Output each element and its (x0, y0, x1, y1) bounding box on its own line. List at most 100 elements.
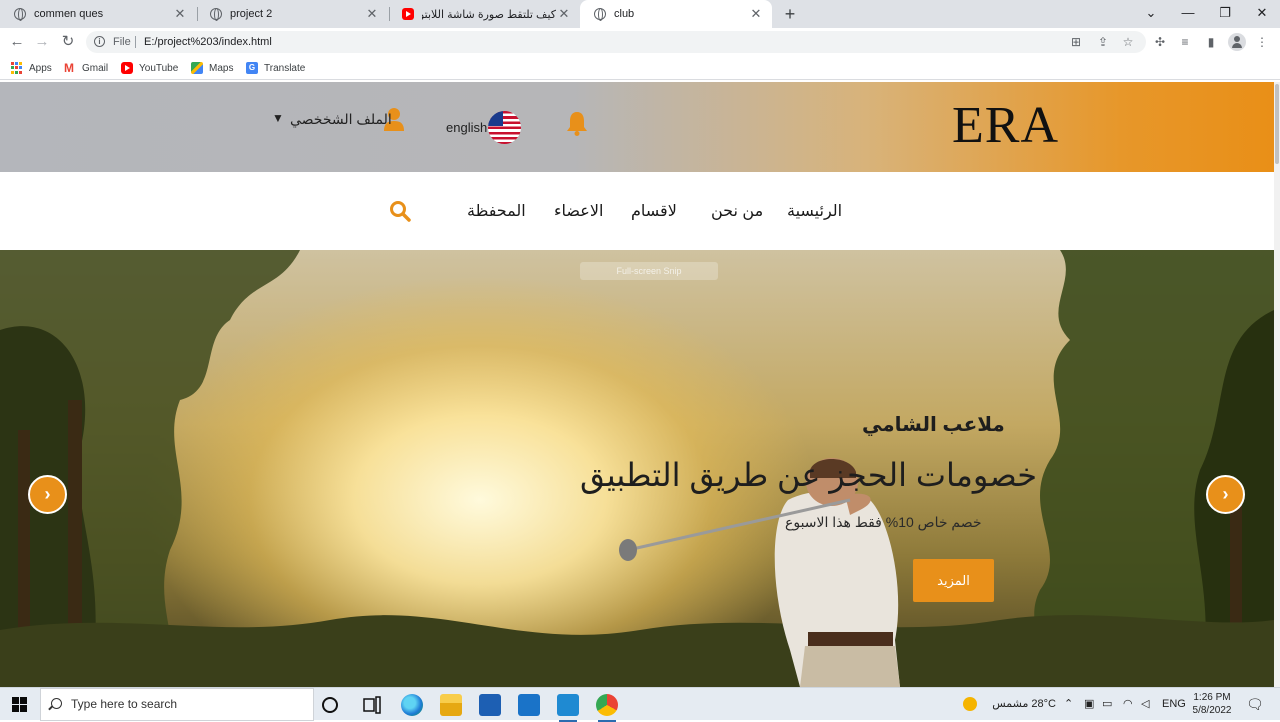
bookmarks-bar: Apps M Gmail YouTube Maps G Translate (0, 56, 1280, 80)
notification-bell-icon[interactable] (566, 110, 588, 136)
back-arrow-icon[interactable]: ← (7, 32, 27, 52)
flag-canton (488, 111, 503, 126)
task-view-icon[interactable] (361, 694, 383, 716)
cortana-icon[interactable] (322, 697, 338, 713)
search-icon (51, 698, 62, 709)
taskbar-search-input[interactable]: Type here to search (40, 688, 314, 721)
close-tab-icon[interactable]: ✕ (748, 6, 764, 22)
scrollbar-thumb[interactable] (1275, 84, 1279, 164)
nav-item-sections[interactable]: لاقسام (631, 201, 677, 221)
bookmark-translate[interactable]: G Translate (246, 60, 305, 76)
us-flag-icon[interactable] (488, 111, 521, 144)
nav-item-about[interactable]: من نحن (711, 201, 763, 221)
nav-item-members[interactable]: الاعضاء (554, 201, 603, 221)
bookmark-gmail[interactable]: M Gmail (64, 60, 108, 76)
page-scrollbar[interactable] (1274, 82, 1280, 687)
language-label[interactable]: english (446, 120, 487, 135)
slider-next-button[interactable]: › (1206, 475, 1245, 514)
taskbar-clock[interactable]: 1:26 PM 5/8/2022 (1187, 691, 1237, 717)
input-language[interactable]: ENG (1162, 688, 1186, 721)
hero-description: خصم خاص 10% فقط هذا الاسبوع (785, 514, 982, 530)
tab-search-chevron-icon[interactable]: ⌄ (1133, 0, 1169, 28)
volume-icon[interactable]: ◁ (1141, 688, 1149, 721)
battery-icon[interactable]: ▭ (1102, 688, 1112, 721)
bookmark-star-icon[interactable]: ☆ (1120, 34, 1136, 50)
forward-arrow-icon[interactable]: → (32, 32, 52, 52)
microsoft-store-icon[interactable] (479, 694, 501, 716)
apps-grid-icon (11, 62, 23, 74)
reload-icon[interactable]: ↻ (58, 32, 78, 52)
search-icon[interactable] (389, 200, 411, 222)
tab-title: commen ques (34, 8, 104, 20)
mail-icon[interactable] (518, 694, 540, 716)
browser-tab[interactable]: commen ques ✕ (0, 0, 196, 28)
more-button[interactable]: المزيد (913, 559, 994, 602)
chevron-down-icon[interactable]: ▼ (272, 111, 284, 125)
nav-item-wallet[interactable]: المحفظة (467, 201, 526, 221)
browser-toolbar: ← → ↻ i File E:/project%203/index.html ⊞… (0, 28, 1280, 56)
reading-list-icon[interactable]: ≡ (1177, 34, 1193, 50)
menu-kebab-icon[interactable]: ⋮ (1254, 34, 1270, 50)
bookmark-label: Translate (264, 62, 306, 74)
new-tab-button[interactable]: + (780, 4, 800, 24)
file-explorer-icon[interactable] (440, 694, 462, 716)
url-text[interactable]: E:/project%203/index.html (144, 31, 272, 53)
browser-tab[interactable]: project 2 ✕ (196, 0, 388, 28)
hero-slider: Full-screen Snip ملاعب الشامي خصومات الح… (0, 250, 1274, 687)
clock-date: 5/8/2022 (1192, 705, 1232, 716)
snip-tooltip: Full-screen Snip (580, 262, 718, 280)
translate-icon: G (246, 62, 258, 74)
maps-icon (191, 62, 203, 74)
close-tab-icon[interactable]: ✕ (172, 6, 188, 22)
site-logo[interactable]: ERA (952, 96, 1059, 155)
share-icon[interactable]: ⇪ (1095, 34, 1111, 50)
browser-tab[interactable]: كيف تلتقط صورة شاشة اللابتوب او ✕ (388, 0, 580, 28)
close-tab-icon[interactable]: ✕ (364, 6, 380, 22)
youtube-icon (402, 8, 414, 20)
notification-center-icon[interactable]: 🗨 (1246, 688, 1264, 721)
bookmark-label: Gmail (82, 62, 109, 74)
tray-chevron-up-icon[interactable]: ⌃ (1064, 688, 1073, 721)
bookmark-maps[interactable]: Maps (191, 60, 233, 76)
chrome-icon[interactable] (596, 694, 618, 722)
bookmark-apps[interactable]: Apps (11, 60, 52, 76)
wifi-icon[interactable]: ◠ (1123, 688, 1133, 721)
hero-subtitle: ملاعب الشامي (862, 414, 1005, 436)
divider (135, 36, 136, 48)
globe-icon (594, 8, 606, 21)
side-panel-icon[interactable]: ▮ (1203, 34, 1219, 50)
browser-tab-active[interactable]: club ✕ (580, 0, 772, 28)
tray-app-icon[interactable]: ▣ (1084, 688, 1094, 721)
youtube-icon (121, 62, 133, 74)
restore-button[interactable]: ❐ (1207, 0, 1243, 28)
info-icon[interactable]: i (94, 36, 105, 47)
clock-time: 1:26 PM (1193, 692, 1231, 703)
tab-title: كيف تلتقط صورة شاشة اللابتوب او (422, 8, 556, 21)
gmail-icon: M (64, 61, 74, 75)
weather-text[interactable]: 28°C مشمس (986, 688, 1056, 721)
slider-prev-button[interactable]: › (28, 475, 67, 514)
bookmark-label: Maps (209, 62, 234, 74)
edge-browser-icon[interactable] (401, 694, 423, 716)
extensions-puzzle-icon[interactable]: ✣ (1152, 34, 1168, 50)
close-window-button[interactable]: ✕ (1244, 0, 1280, 28)
close-tab-icon[interactable]: ✕ (556, 6, 572, 22)
weather-sun-icon[interactable] (963, 688, 977, 721)
profile-avatar-icon[interactable] (1228, 33, 1246, 51)
tab-title: project 2 (230, 8, 273, 20)
bookmark-label: YouTube (139, 62, 179, 74)
tab-title: club (614, 8, 635, 20)
url-scheme-label: File (113, 36, 131, 48)
nav-item-home[interactable]: الرئيسية (787, 201, 842, 221)
bookmark-label: Apps (29, 62, 52, 74)
translate-page-icon[interactable]: ⊞ (1068, 34, 1084, 50)
profile-menu-label[interactable]: الملف الشخخصي (290, 111, 392, 128)
windows-start-icon[interactable] (12, 697, 27, 712)
main-navigation: الرئيسية من نحن لاقسام الاعضاء المحفظة (0, 172, 1274, 250)
hero-title: خصومات الحجز عن طريق التطبيق (580, 457, 1037, 493)
bookmark-youtube[interactable]: YouTube (121, 60, 178, 76)
windows-taskbar: Type here to search 28°C مشمس ⌃ ▣ ▭ ◠ ◁ … (0, 687, 1280, 722)
vscode-icon[interactable] (557, 694, 579, 722)
address-bar[interactable]: i File E:/project%203/index.html (86, 31, 1146, 53)
minimize-button[interactable]: — (1170, 0, 1206, 28)
